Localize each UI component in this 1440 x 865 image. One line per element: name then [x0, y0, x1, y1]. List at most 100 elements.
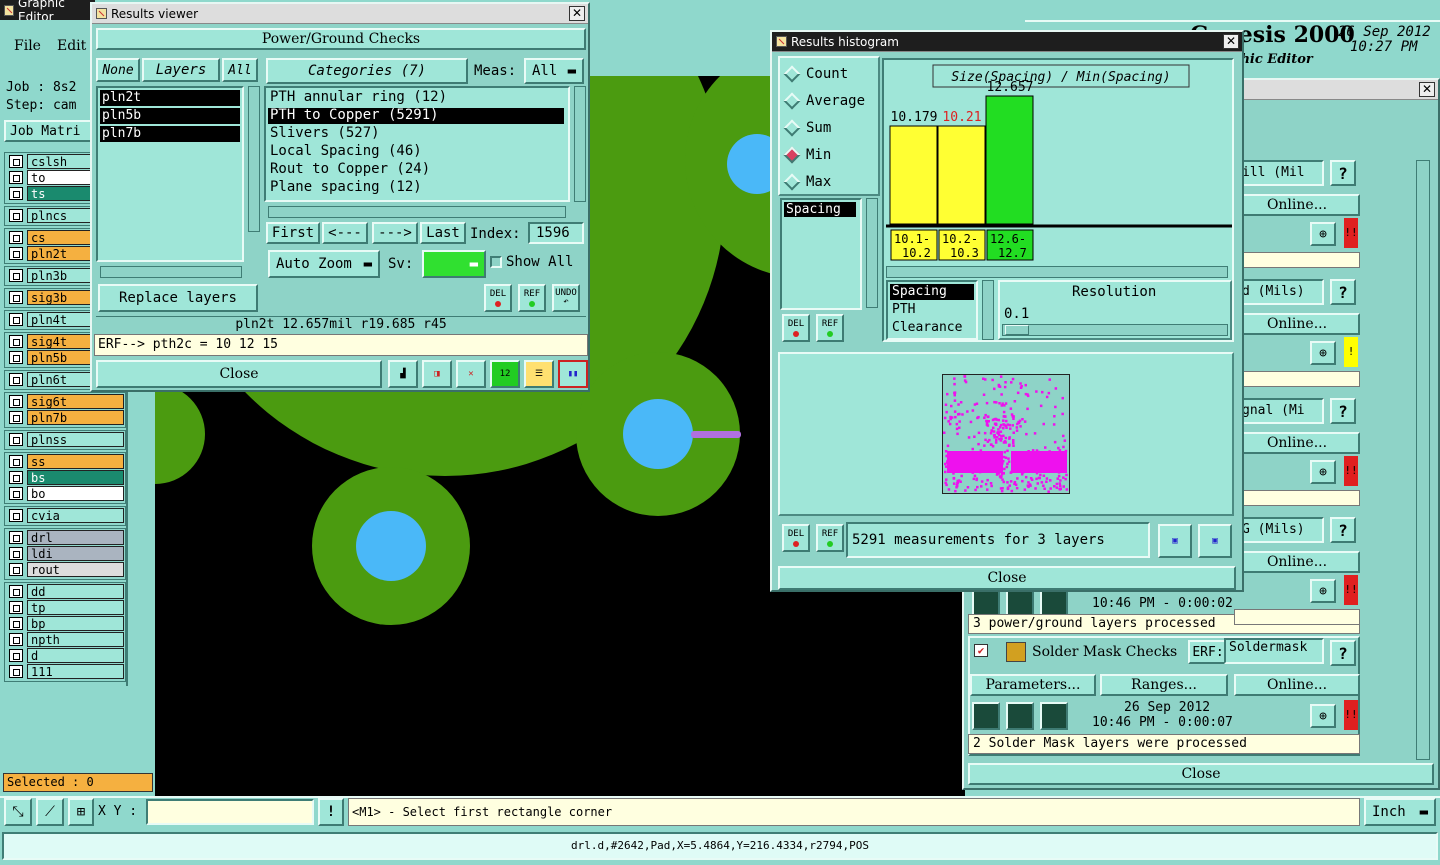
rv-layer-hscroll[interactable]: [100, 266, 242, 278]
layer-checkbox[interactable]: [9, 563, 23, 576]
hist-ref-button-2[interactable]: REF: [816, 524, 844, 552]
rv-tool-icon-3[interactable]: ✕: [456, 360, 486, 388]
alert-icon[interactable]: !: [318, 798, 344, 826]
units-select[interactable]: Inch ▬: [1364, 798, 1436, 826]
rv-replace-layers-button[interactable]: Replace layers: [98, 284, 258, 312]
hist-list-item[interactable]: Spacing: [784, 202, 856, 217]
measure-tool-icon[interactable]: ⟋: [36, 798, 64, 826]
hist-chart-hscroll[interactable]: [886, 266, 1228, 278]
hist-del-button-2[interactable]: DEL: [782, 524, 810, 552]
hist-resolution-slider[interactable]: [1002, 324, 1228, 336]
rv-none-button[interactable]: None: [96, 58, 140, 82]
layer-checkbox[interactable]: [9, 531, 23, 544]
rv-auto-zoom-button[interactable]: Auto Zoom ▬: [268, 250, 380, 278]
job-matrix-button[interactable]: Job Matri: [4, 120, 96, 142]
rv-tool-icon-5[interactable]: ☰: [524, 360, 554, 388]
layer-checkbox[interactable]: [9, 335, 23, 348]
rv-category-item[interactable]: Local Spacing (46): [268, 144, 564, 160]
hist-close-icon[interactable]: ✕: [1223, 34, 1239, 49]
layer-name[interactable]: rout: [27, 562, 124, 577]
layer-name[interactable]: dd: [27, 584, 124, 599]
check-online-button[interactable]: Online...: [1234, 313, 1360, 335]
rv-next-button[interactable]: --->: [372, 222, 418, 244]
rv-sv-select[interactable]: ▬: [422, 250, 486, 278]
layer-name[interactable]: npth: [27, 632, 124, 647]
layer-checkbox[interactable]: [9, 633, 23, 646]
rv-layer-item[interactable]: pln2t: [100, 90, 240, 106]
layer-name[interactable]: cvia: [27, 508, 124, 523]
hist-measure-item[interactable]: PTH: [890, 302, 974, 318]
rv-del-button[interactable]: DEL: [484, 284, 512, 312]
sm-ranges-button[interactable]: Ranges...: [1100, 674, 1228, 696]
hist-export-icon-1[interactable]: ▣: [1158, 524, 1192, 558]
rv-category-item[interactable]: PTH to Copper (5291): [268, 108, 564, 124]
rv-cat-hscroll[interactable]: [268, 206, 566, 218]
sm-zoom-icon[interactable]: ⊕: [1310, 704, 1336, 728]
layer-name[interactable]: bo: [27, 486, 124, 501]
rv-index-field[interactable]: 1596: [528, 222, 584, 244]
layer-name[interactable]: sig6t: [27, 394, 124, 409]
layer-row-dd[interactable]: dd: [6, 584, 124, 599]
layer-checkbox[interactable]: [9, 231, 23, 244]
rv-layer-scroll[interactable]: [248, 86, 260, 232]
layer-row-pln7b[interactable]: pln7b: [6, 410, 124, 425]
hist-option-min[interactable]: Min: [783, 146, 831, 164]
layer-row-plnss[interactable]: plnss: [6, 432, 124, 447]
rv-tool-icon-4[interactable]: 12: [490, 360, 520, 388]
checks-close-button[interactable]: Close: [968, 763, 1434, 785]
layer-name[interactable]: 111: [27, 664, 124, 679]
rv-cat-scroll[interactable]: [574, 86, 586, 202]
rv-ref-button[interactable]: REF: [518, 284, 546, 312]
layer-checkbox[interactable]: [9, 471, 23, 484]
hist-export-icon-2[interactable]: ▣: [1198, 524, 1232, 558]
hist-option-average[interactable]: Average: [783, 92, 865, 110]
layer-row-ldi[interactable]: ldi: [6, 546, 124, 561]
zoom-icon[interactable]: ⊕: [1310, 579, 1336, 603]
xy-input[interactable]: [146, 799, 314, 825]
layer-checkbox[interactable]: [9, 313, 23, 326]
check-online-button[interactable]: Online...: [1234, 194, 1360, 216]
sm-parameters-button[interactable]: Parameters...: [970, 674, 1096, 696]
rv-category-item[interactable]: Rout to Copper (24): [268, 162, 564, 178]
layer-checkbox[interactable]: [9, 187, 23, 200]
layer-row-sig6t[interactable]: sig6t: [6, 394, 124, 409]
hist-option-max[interactable]: Max: [783, 173, 831, 191]
layer-checkbox[interactable]: [9, 455, 23, 468]
layer-row-rout[interactable]: rout: [6, 562, 124, 577]
rv-last-button[interactable]: Last: [420, 222, 466, 244]
layer-row-drl[interactable]: drl: [6, 530, 124, 545]
layer-row-cvia[interactable]: cvia: [6, 508, 124, 523]
rv-categories-button[interactable]: Categories (7): [266, 58, 468, 84]
rv-show-all-checkbox[interactable]: [490, 256, 502, 268]
layer-checkbox[interactable]: [9, 247, 23, 260]
layer-checkbox[interactable]: [9, 585, 23, 598]
sm-action-icon-1[interactable]: [972, 702, 1000, 730]
layer-name[interactable]: pln7b: [27, 410, 124, 425]
layer-row-bs[interactable]: bs: [6, 470, 124, 485]
menu-edit[interactable]: Edit: [57, 38, 86, 54]
rv-histogram-icon[interactable]: ▮▮: [558, 360, 588, 388]
hist-list-scroll[interactable]: [866, 198, 878, 308]
check-name-field[interactable]: gnal (Mi: [1234, 398, 1324, 424]
layer-row-bp[interactable]: bp: [6, 616, 124, 631]
layer-name[interactable]: bp: [27, 616, 124, 631]
rv-close-icon[interactable]: ✕: [569, 6, 585, 21]
check-help-button[interactable]: ?: [1330, 517, 1356, 543]
layer-checkbox[interactable]: [9, 351, 23, 364]
layer-checkbox[interactable]: [9, 601, 23, 614]
sm-help-button[interactable]: ?: [1330, 640, 1356, 666]
rv-layers-button[interactable]: Layers: [142, 58, 220, 82]
layer-checkbox[interactable]: [9, 509, 23, 522]
rv-meas-select[interactable]: All ▬: [524, 58, 584, 84]
layer-name[interactable]: ss: [27, 454, 124, 469]
check-name-field[interactable]: d (Mils): [1234, 279, 1324, 305]
rv-close-button[interactable]: Close: [96, 360, 382, 388]
check-name-field[interactable]: ill (Mil: [1234, 160, 1324, 186]
layer-checkbox[interactable]: [9, 291, 23, 304]
zoom-icon[interactable]: ⊕: [1310, 222, 1336, 246]
rv-category-item[interactable]: Plane spacing (12): [268, 180, 564, 196]
checks-close-icon[interactable]: ✕: [1419, 82, 1435, 97]
layer-checkbox[interactable]: [9, 487, 23, 500]
hist-option-count[interactable]: Count: [783, 65, 848, 83]
layer-name[interactable]: ldi: [27, 546, 124, 561]
